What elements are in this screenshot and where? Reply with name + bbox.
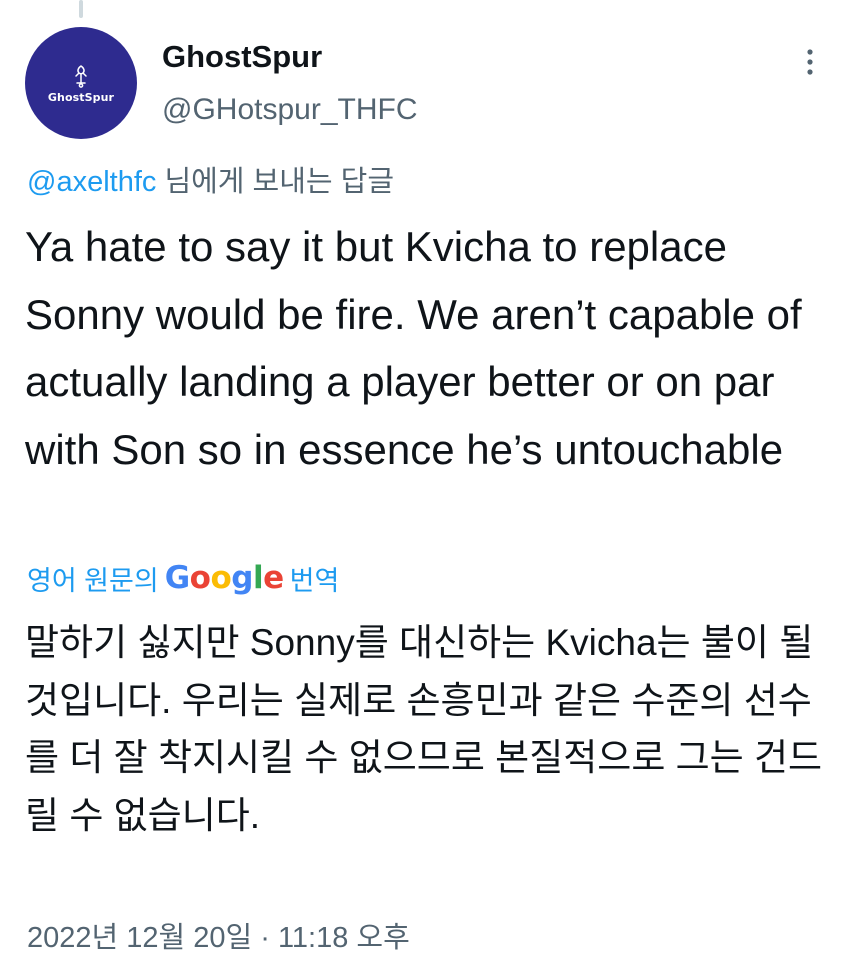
spur-logo-icon — [75, 64, 87, 88]
avatar[interactable]: GhostSpur — [25, 27, 137, 139]
translate-prefix: 영어 원문의 — [27, 565, 159, 596]
google-letter: o — [210, 560, 232, 596]
author-handle[interactable]: @GHotspur_THFC — [162, 90, 418, 130]
tweet-timestamp[interactable]: 2022년 12월 20일 · 11:18 오후 — [27, 918, 410, 958]
google-letter: g — [231, 560, 253, 596]
google-letter: l — [252, 560, 264, 596]
reply-suffix-label: 님에게 보내는 답글 — [156, 166, 395, 198]
author-display-name[interactable]: GhostSpur — [162, 37, 322, 77]
translated-text: 말하기 싫지만 Sonny를 대신하는 Kvicha는 불이 될 것입니다. 우… — [25, 622, 823, 836]
avatar-logo-text: GhostSpur — [47, 90, 115, 104]
more-options-button[interactable] — [790, 40, 830, 84]
google-logo: Google — [165, 560, 284, 596]
thread-connector-line — [79, 0, 83, 18]
google-letter: e — [263, 560, 284, 596]
tweet-text: Ya hate to say it but Kvicha to replace … — [25, 223, 802, 473]
translate-bar[interactable]: 영어 원문의 Google 번역 — [27, 557, 339, 599]
translate-suffix: 번역 — [289, 565, 340, 596]
reply-mention-link[interactable]: @axelthfc — [27, 166, 156, 198]
google-letter: G — [164, 560, 190, 596]
google-letter: o — [189, 560, 211, 596]
replying-to: @axelthfc 님에게 보내는 답글 — [27, 163, 394, 201]
more-vertical-icon — [807, 49, 813, 75]
